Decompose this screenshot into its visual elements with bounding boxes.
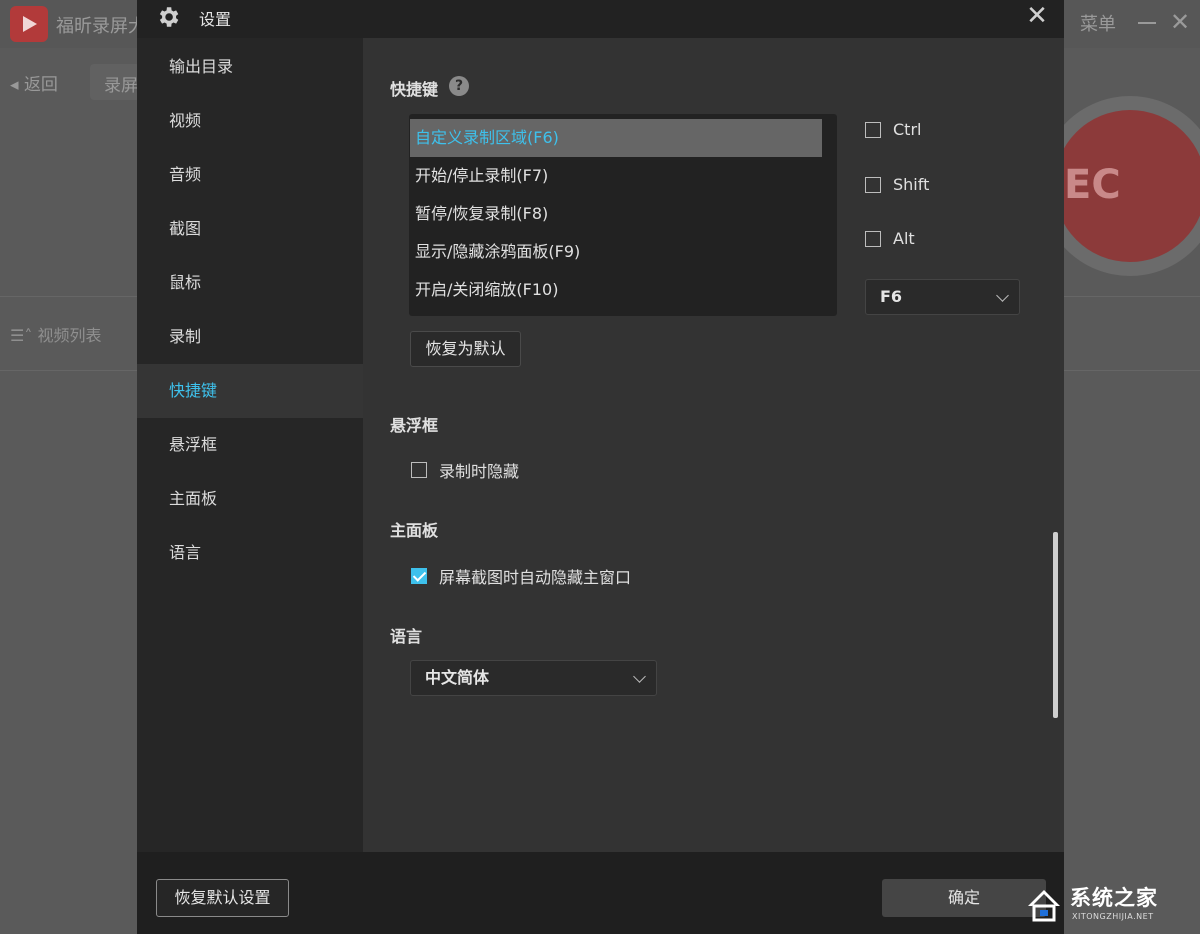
bg-back-button: ◂ 返回 [10, 75, 58, 95]
watermark-subtext: XITONGZHIJIA.NET [1072, 912, 1154, 921]
settings-dialog: 设置 ✕ 输出目录 视频 音频 截图 鼠标 录制 快捷键 悬浮框 主面板 语言 … [137, 0, 1064, 934]
sidebar-item-output-dir[interactable]: 输出目录 [137, 40, 363, 94]
floating-section-title: 悬浮框 [390, 416, 439, 435]
chevron-down-icon [996, 289, 1009, 302]
alt-checkbox-label: Alt [893, 229, 915, 248]
close-icon[interactable]: ✕ [1021, 0, 1053, 32]
ctrl-checkbox[interactable]: Ctrl [865, 120, 921, 139]
language-select[interactable]: 中文简体 [410, 660, 657, 696]
sidebar-item-video[interactable]: 视频 [137, 94, 363, 148]
sidebar-item-mouse[interactable]: 鼠标 [137, 256, 363, 310]
hotkey-item-zoom[interactable]: 开启/关闭缩放(F10) [410, 271, 822, 309]
bg-close-icon: ✕ [1170, 8, 1191, 36]
content-scrollbar[interactable] [1053, 532, 1058, 718]
reset-all-settings-button[interactable]: 恢复默认设置 [156, 879, 289, 917]
auto-hide-label: 屏幕截图时自动隐藏主窗口 [439, 568, 632, 587]
hotkey-list[interactable]: 自定义录制区域(F6) 开始/停止录制(F7) 暂停/恢复录制(F8) 显示/隐… [409, 114, 837, 316]
hotkey-item-doodle-panel[interactable]: 显示/隐藏涂鸦面板(F9) [410, 233, 822, 271]
hotkeys-section-title: 快捷键 [390, 80, 439, 99]
sidebar-item-screenshot[interactable]: 截图 [137, 202, 363, 256]
hide-on-record-checkbox-box[interactable] [411, 462, 427, 478]
bg-menu-button: 菜单 [1080, 14, 1116, 35]
hotkey-item-pause-resume[interactable]: 暂停/恢复录制(F8) [410, 195, 822, 233]
dialog-header: 设置 ✕ [137, 0, 1064, 38]
restore-default-button[interactable]: 恢复为默认 [410, 331, 521, 367]
settings-sidebar: 输出目录 视频 音频 截图 鼠标 录制 快捷键 悬浮框 主面板 语言 [137, 38, 363, 852]
bg-record-tab: 录屏 [90, 64, 140, 100]
sidebar-item-floating[interactable]: 悬浮框 [137, 418, 363, 472]
ok-button[interactable]: 确定 [882, 879, 1046, 917]
hotkey-item-start-stop[interactable]: 开始/停止录制(F7) [410, 157, 822, 195]
bg-minimize-icon [1138, 22, 1156, 24]
watermark: 系统之家 XITONGZHIJIA.NET [1024, 880, 1196, 930]
watermark-logo-icon [1028, 890, 1060, 922]
shift-checkbox[interactable]: Shift [865, 175, 929, 194]
help-icon[interactable]: ? [449, 76, 469, 96]
hotkey-item-custom-area[interactable]: 自定义录制区域(F6) [410, 119, 822, 157]
app-logo-icon [10, 6, 48, 42]
dialog-title: 设置 [199, 10, 232, 29]
bg-record-text: EC [1064, 162, 1121, 208]
key-select[interactable]: F6 [865, 279, 1020, 315]
dialog-footer: 恢复默认设置 确定 [137, 852, 1064, 934]
bg-video-list-label: ☰˄ 视频列表 [10, 326, 102, 345]
watermark-text: 系统之家 [1070, 886, 1158, 910]
shift-checkbox-label: Shift [893, 175, 930, 194]
hide-on-record-label: 录制时隐藏 [439, 462, 520, 481]
language-select-value: 中文简体 [425, 668, 490, 687]
auto-hide-checkbox-box[interactable] [411, 568, 427, 584]
shift-checkbox-box[interactable] [865, 176, 881, 193]
sidebar-item-record[interactable]: 录制 [137, 310, 363, 364]
alt-checkbox[interactable]: Alt [865, 229, 915, 248]
sidebar-item-main-panel[interactable]: 主面板 [137, 472, 363, 526]
bg-app-name: 福昕录屏大 [56, 16, 146, 37]
gear-icon [159, 7, 179, 27]
language-section-title: 语言 [390, 627, 423, 646]
alt-checkbox-box[interactable] [865, 230, 881, 247]
chevron-down-icon [633, 670, 646, 683]
ctrl-checkbox-box[interactable] [865, 121, 881, 138]
key-select-value: F6 [880, 287, 903, 306]
sidebar-item-language[interactable]: 语言 [137, 526, 363, 580]
main-panel-section-title: 主面板 [390, 521, 439, 540]
sidebar-item-hotkeys[interactable]: 快捷键 [137, 364, 363, 418]
settings-content: 快捷键 ? 自定义录制区域(F6) 开始/停止录制(F7) 暂停/恢复录制(F8… [363, 38, 1064, 852]
auto-hide-checkbox[interactable]: 屏幕截图时自动隐藏主窗口 [411, 564, 631, 588]
hide-on-record-checkbox[interactable]: 录制时隐藏 [411, 458, 519, 482]
sidebar-item-audio[interactable]: 音频 [137, 148, 363, 202]
ctrl-checkbox-label: Ctrl [893, 120, 922, 139]
